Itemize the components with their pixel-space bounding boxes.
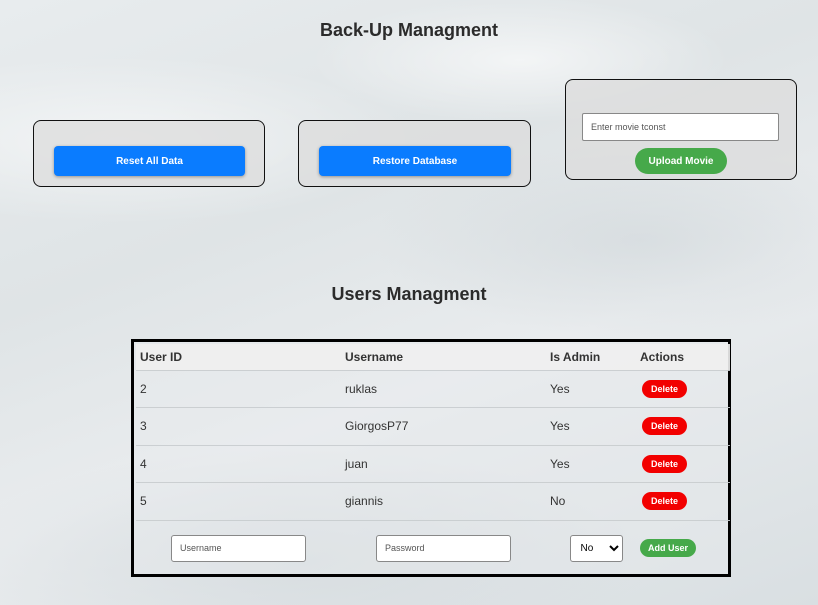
delete-user-button[interactable]: Delete (642, 492, 687, 511)
table-row: 4 juan Yes Delete (136, 445, 730, 483)
is-admin-cell: No (550, 494, 566, 509)
column-header-username: Username (345, 349, 404, 364)
username-cell: GiorgosP77 (345, 419, 409, 434)
actions-cell: Delete (636, 445, 730, 483)
column-header-actions: Actions (640, 349, 685, 364)
users-title: Users Managment (331, 284, 487, 304)
actions-cell: Delete (636, 408, 730, 446)
delete-user-button[interactable]: Delete (642, 417, 687, 436)
reset-panel: Reset All Data (33, 120, 265, 187)
new-username-input[interactable] (171, 534, 306, 562)
delete-user-button[interactable]: Delete (642, 454, 687, 473)
column-header-is-admin: Is Admin (550, 349, 601, 364)
restore-panel: Restore Database (298, 120, 531, 187)
reset-all-data-button[interactable]: Reset All Data (54, 146, 245, 176)
username-cell: ruklas (345, 381, 378, 396)
is-admin-cell: Yes (550, 456, 570, 471)
is-admin-cell: Yes (550, 419, 570, 434)
actions-cell: Delete (636, 483, 730, 521)
username-cell: giannis (345, 494, 384, 509)
add-user-button[interactable]: Add User (640, 539, 696, 558)
user-id-cell: 2 (140, 381, 147, 396)
username-cell: juan (345, 456, 368, 471)
new-password-input[interactable] (376, 534, 511, 562)
upload-movie-button[interactable]: Upload Movie (635, 148, 727, 174)
users-table-container: User ID Username Is Admin Actions 2 rukl… (131, 339, 731, 577)
add-user-row: No Add User (136, 520, 730, 576)
restore-database-button[interactable]: Restore Database (319, 146, 511, 176)
is-admin-select[interactable]: No (569, 534, 623, 562)
movie-tconst-input[interactable] (582, 113, 779, 141)
backup-title: Back-Up Managment (319, 20, 499, 40)
upload-movie-panel: Upload Movie (565, 79, 797, 180)
table-header-row: User ID Username Is Admin Actions (136, 344, 730, 370)
table-row: 5 giannis No Delete (136, 482, 730, 521)
delete-user-button[interactable]: Delete (642, 379, 687, 398)
column-header-user-id: User ID (140, 349, 183, 364)
table-row: 2 ruklas Yes Delete (136, 370, 730, 408)
is-admin-cell: Yes (550, 381, 570, 396)
user-id-cell: 3 (140, 419, 147, 434)
user-id-cell: 5 (140, 494, 147, 509)
user-id-cell: 4 (140, 456, 147, 471)
actions-cell: Delete (636, 370, 730, 408)
table-row: 3 GiorgosP77 Yes Delete (136, 407, 730, 446)
users-table: User ID Username Is Admin Actions 2 rukl… (136, 344, 730, 576)
